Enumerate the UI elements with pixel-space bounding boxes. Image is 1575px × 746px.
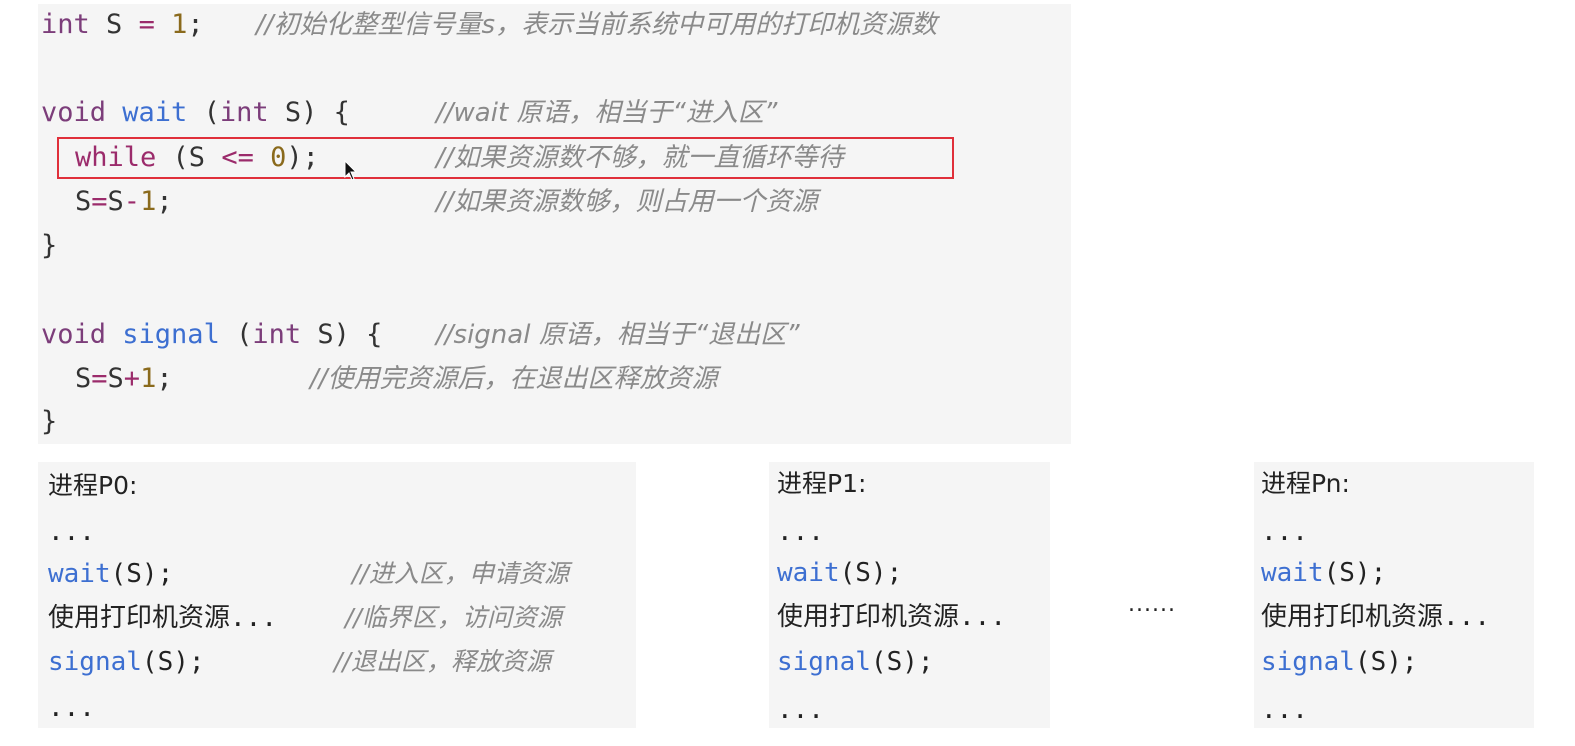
process-separator-ellipsis: ...... bbox=[1128, 592, 1176, 617]
process-signal-call: signal(S); bbox=[777, 646, 934, 678]
code-operator: = bbox=[91, 363, 108, 394]
code-number: 1 bbox=[140, 186, 157, 217]
comment-exit-section: //退出区，释放资源 bbox=[334, 647, 551, 676]
keyword-int: int bbox=[219, 97, 269, 128]
process-dots: ... bbox=[1261, 517, 1308, 547]
process-dots: ... bbox=[48, 693, 95, 723]
process-dots: ... bbox=[48, 517, 95, 547]
code-operator: = bbox=[138, 9, 155, 40]
process-p1-panel bbox=[769, 462, 1050, 728]
use-resource-text: 使用打印机资源 bbox=[777, 602, 960, 632]
process-title: 进程Pn: bbox=[1261, 469, 1350, 498]
comment-wait-def: //wait 原语，相当于“进入区” bbox=[436, 98, 778, 128]
process-title: 进程P0: bbox=[48, 471, 138, 500]
call-args: (S); bbox=[1354, 647, 1418, 677]
function-name-signal: signal bbox=[106, 319, 220, 350]
function-call-wait: wait bbox=[777, 558, 840, 588]
code-operator: = bbox=[91, 186, 108, 217]
process-dots: ... bbox=[1443, 602, 1490, 632]
function-call-wait: wait bbox=[48, 559, 111, 589]
code-operator: + bbox=[123, 363, 141, 394]
process-use-resource: 使用打印机资源... bbox=[777, 601, 1006, 633]
call-args: (S); bbox=[110, 559, 174, 589]
code-paren: ( bbox=[187, 97, 220, 128]
code-var: S bbox=[107, 363, 124, 394]
code-semicolon: ; bbox=[156, 363, 173, 394]
code-var: S bbox=[89, 9, 139, 40]
process-signal-call: signal(S); bbox=[1261, 646, 1418, 678]
process-dots: ... bbox=[777, 695, 824, 725]
process-wait-call: wait(S); bbox=[777, 557, 902, 589]
call-args: (S); bbox=[1323, 558, 1387, 588]
function-name-wait: wait bbox=[106, 97, 188, 128]
process-dots: ... bbox=[959, 602, 1006, 632]
process-use-resource: 使用打印机资源... bbox=[48, 602, 277, 634]
code-var: S bbox=[75, 186, 92, 217]
code-var: S bbox=[107, 186, 124, 217]
process-signal-call: signal(S); bbox=[48, 646, 205, 678]
code-line-signal-def: void signal (int S) { bbox=[41, 318, 382, 352]
code-number: 1 bbox=[140, 363, 157, 394]
comment-line-1: //初始化整型信号量s，表示当前系统中可用的打印机资源数 bbox=[256, 10, 938, 40]
code-semicolon: ; bbox=[187, 9, 204, 40]
highlight-box bbox=[57, 137, 954, 179]
code-var: S bbox=[75, 363, 92, 394]
comment-increment: //使用完资源后，在退出区释放资源 bbox=[310, 364, 718, 394]
function-call-wait: wait bbox=[1261, 558, 1324, 588]
call-args: (S); bbox=[141, 647, 205, 677]
code-params: S) { bbox=[301, 319, 383, 350]
keyword-void: void bbox=[41, 319, 107, 350]
code-line-close-wait: } bbox=[41, 230, 58, 261]
code-number: 1 bbox=[154, 9, 188, 40]
code-line-decrement: S=S-1; bbox=[75, 185, 173, 219]
process-wait-call: wait(S); bbox=[1261, 557, 1386, 589]
keyword-void: void bbox=[41, 97, 107, 128]
code-params: S) { bbox=[268, 97, 350, 128]
process-wait-call: wait(S); bbox=[48, 558, 173, 590]
code-semicolon: ; bbox=[156, 186, 173, 217]
comment-entry-section: //进入区，申请资源 bbox=[352, 559, 569, 588]
mouse-pointer-icon bbox=[344, 160, 358, 181]
use-resource-text: 使用打印机资源 bbox=[1261, 602, 1444, 632]
code-line-increment: S=S+1; bbox=[75, 362, 173, 396]
comment-critical-section: //临界区，访问资源 bbox=[345, 603, 562, 632]
call-args: (S); bbox=[870, 647, 934, 677]
keyword-int: int bbox=[252, 319, 302, 350]
process-title: 进程P1: bbox=[777, 469, 867, 498]
process-use-resource: 使用打印机资源... bbox=[1261, 601, 1490, 633]
function-call-signal: signal bbox=[1261, 647, 1355, 677]
call-args: (S); bbox=[839, 558, 903, 588]
code-operator: - bbox=[123, 186, 141, 217]
code-paren: ( bbox=[219, 319, 253, 350]
function-call-signal: signal bbox=[777, 647, 871, 677]
comment-decrement: //如果资源数够，则占用一个资源 bbox=[436, 187, 818, 217]
code-line-close-signal: } bbox=[41, 406, 58, 437]
process-dots: ... bbox=[230, 603, 277, 633]
process-pn-panel bbox=[1254, 462, 1534, 728]
use-resource-text: 使用打印机资源 bbox=[48, 603, 231, 633]
code-line-wait-def: void wait (int S) { bbox=[41, 96, 350, 130]
process-dots: ... bbox=[1261, 695, 1308, 725]
code-line-1: int S = 1; bbox=[41, 8, 204, 42]
function-call-signal: signal bbox=[48, 647, 142, 677]
comment-signal-def: //signal 原语，相当于“退出区” bbox=[436, 320, 800, 350]
keyword-int: int bbox=[41, 9, 90, 40]
process-dots: ... bbox=[777, 517, 824, 547]
